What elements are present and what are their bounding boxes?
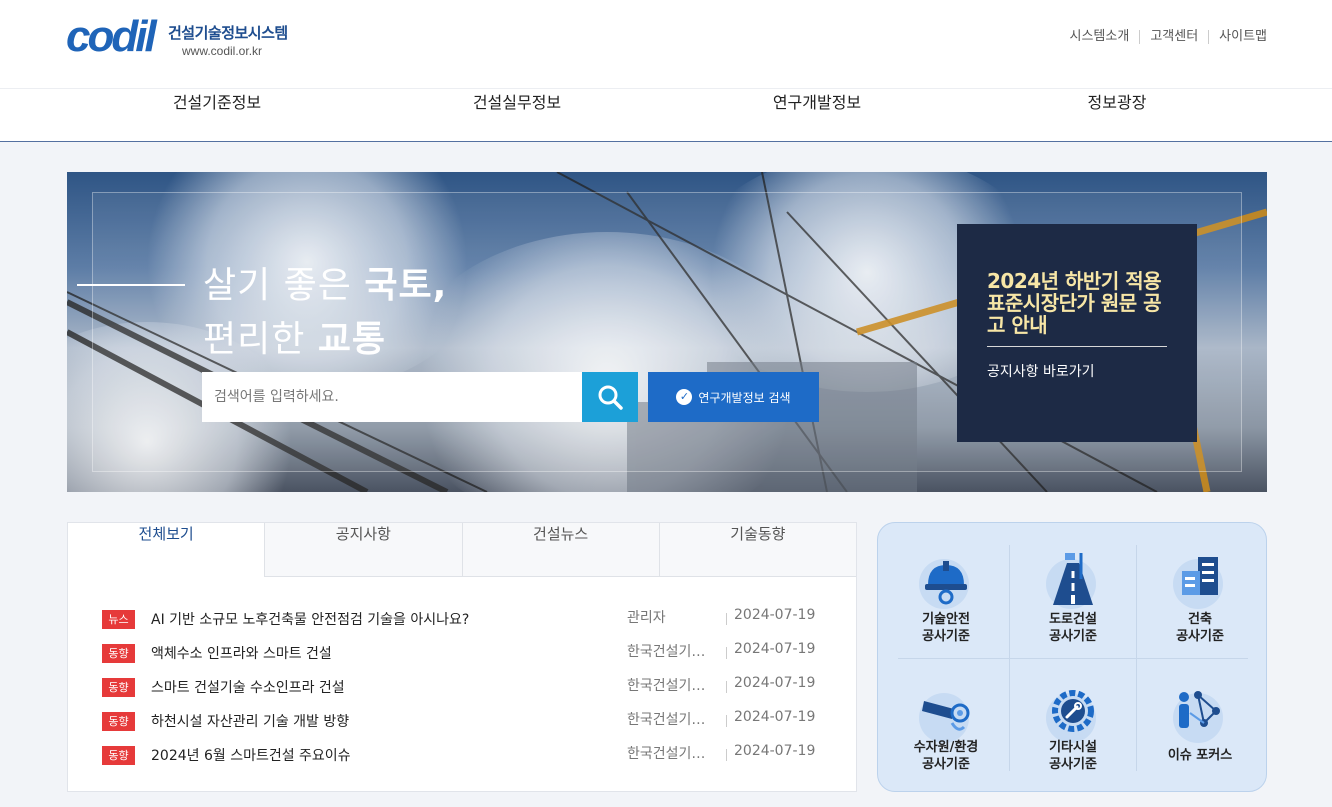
category-badge: 뉴스 xyxy=(102,610,135,629)
hero-banner: 살기 좋은 국토, 편리한 교통 ✓ 연구개발정보 검색 2024년 하반기 적… xyxy=(67,172,1267,492)
separator xyxy=(726,647,727,659)
util-link-sitemap[interactable]: 사이트맵 xyxy=(1208,30,1267,44)
list-item-author: 한국건설기… xyxy=(627,712,706,728)
separator xyxy=(726,749,727,761)
quick-item-label: 건축 공사기준 xyxy=(1176,612,1224,644)
header: codil 건설기술정보시스템 www.codil.or.kr 시스템소개 고객… xyxy=(0,0,1332,88)
list-item-date: 2024-07-19 xyxy=(734,743,816,759)
quick-item-issue-focus[interactable]: 이슈 포커스 xyxy=(1137,665,1263,795)
quick-item-label: 도로건설 공사기준 xyxy=(1049,612,1097,644)
tab-tech-trends[interactable]: 기술동향 xyxy=(658,523,856,577)
list-item-title[interactable]: 2024년 6월 스마트건설 주요이슈 xyxy=(151,745,351,765)
logo-mark: codil xyxy=(66,12,157,61)
list-item-title[interactable]: 스마트 건설기술 수소인프라 건설 xyxy=(151,677,345,697)
safety-helmet-icon xyxy=(916,549,976,609)
rnd-search-label: 연구개발정보 검색 xyxy=(698,390,791,405)
category-badge: 동향 xyxy=(102,746,135,765)
news-board: 전체보기 공지사항 건설뉴스 기술동향 뉴스 AI 기반 소규모 노후건축물 안… xyxy=(67,522,857,792)
list-item-date: 2024-07-19 xyxy=(734,607,816,623)
separator xyxy=(726,681,727,693)
category-badge: 동향 xyxy=(102,678,135,697)
slogan-line-1: 살기 좋은 국토, xyxy=(203,265,448,306)
rnd-search-button[interactable]: ✓ 연구개발정보 검색 xyxy=(648,372,819,422)
utility-links: 시스템소개 고객센터 사이트맵 xyxy=(1060,30,1267,44)
notice-divider xyxy=(987,346,1167,347)
slogan-line-2: 편리한 교통 xyxy=(203,319,387,360)
list-item-author: 한국건설기… xyxy=(627,644,706,660)
building-icon xyxy=(1170,549,1230,609)
quick-item-tech-safety[interactable]: 기술안전 공사기준 xyxy=(883,531,1009,661)
tab-all[interactable]: 전체보기 xyxy=(68,523,265,577)
list-item[interactable]: 동향 하천시설 자산관리 기술 개발 방향 한국건설기… 2024-07-19 xyxy=(102,709,832,743)
quick-item-road[interactable]: 도로건설 공사기준 xyxy=(1010,531,1136,661)
board-tabs: 전체보기 공지사항 건설뉴스 기술동향 xyxy=(68,523,856,577)
quick-item-label: 이슈 포커스 xyxy=(1167,748,1233,763)
list-item-title[interactable]: 하천시설 자산관리 기술 개발 방향 xyxy=(151,711,349,731)
quick-item-other-facilities[interactable]: 기타시설 공사기준 xyxy=(1010,665,1136,795)
nav-item-info-square[interactable]: 정보광장 xyxy=(967,89,1267,142)
search-input[interactable] xyxy=(202,372,582,422)
separator xyxy=(726,613,727,625)
tab-construction-news[interactable]: 건설뉴스 xyxy=(461,523,659,577)
logo-title: 건설기술정보시스템 xyxy=(168,24,288,42)
list-item-title[interactable]: 액체수소 인프라와 스마트 건설 xyxy=(151,643,332,663)
check-circle-icon: ✓ xyxy=(676,389,693,405)
search-button[interactable] xyxy=(582,372,638,422)
list-item-title[interactable]: AI 기반 소규모 노후건축물 안전점검 기술을 아시나요? xyxy=(151,609,469,629)
list-item-date: 2024-07-19 xyxy=(734,641,816,657)
nav-item-practice[interactable]: 건설실무정보 xyxy=(367,89,667,142)
nav-item-standards[interactable]: 건설기준정보 xyxy=(67,89,367,142)
main-nav: 건설기준정보 건설실무정보 연구개발정보 정보광장 xyxy=(0,88,1332,142)
network-person-icon xyxy=(1170,683,1230,743)
notice-link[interactable]: 공지사항 바로가기 xyxy=(987,361,1167,381)
board-list: 뉴스 AI 기반 소규모 노후건축물 안전점검 기술을 아시나요? 관리자 20… xyxy=(102,607,832,777)
road-icon xyxy=(1043,549,1103,609)
search-icon xyxy=(598,385,623,410)
quick-menu: 기술안전 공사기준 도로건설 공사기준 건축 공사기준 수자원/환경 공사기준 … xyxy=(877,522,1267,792)
list-item[interactable]: 뉴스 AI 기반 소규모 노후건축물 안전점검 기술을 아시나요? 관리자 20… xyxy=(102,607,832,641)
notice-title: 2024년 하반기 적용 표준시장단가 원문 공고 안내 xyxy=(987,269,1162,337)
slogan-line xyxy=(77,284,185,286)
gear-wrench-icon xyxy=(1043,683,1103,743)
tab-notice[interactable]: 공지사항 xyxy=(264,523,462,577)
list-item-author: 한국건설기… xyxy=(627,678,706,694)
quick-item-label: 기술안전 공사기준 xyxy=(922,612,970,644)
quick-item-label: 기타시설 공사기준 xyxy=(1049,740,1097,772)
quick-item-building[interactable]: 건축 공사기준 xyxy=(1137,531,1263,661)
list-item[interactable]: 동향 스마트 건설기술 수소인프라 건설 한국건설기… 2024-07-19 xyxy=(102,675,832,709)
quick-item-water-env[interactable]: 수자원/환경 공사기준 xyxy=(883,665,1009,795)
notice-card[interactable]: 2024년 하반기 적용 표준시장단가 원문 공고 안내 공지사항 바로가기 xyxy=(957,224,1197,442)
list-item[interactable]: 동향 2024년 6월 스마트건설 주요이슈 한국건설기… 2024-07-19 xyxy=(102,743,832,777)
list-item-author: 한국건설기… xyxy=(627,746,706,762)
list-item-date: 2024-07-19 xyxy=(734,675,816,691)
logo-url: www.codil.or.kr xyxy=(182,44,263,58)
util-link-system-intro[interactable]: 시스템소개 xyxy=(1060,30,1140,44)
separator xyxy=(726,715,727,727)
category-badge: 동향 xyxy=(102,712,135,731)
water-pipe-icon xyxy=(916,683,976,743)
list-item[interactable]: 동향 액체수소 인프라와 스마트 건설 한국건설기… 2024-07-19 xyxy=(102,641,832,675)
quick-item-label: 수자원/환경 공사기준 xyxy=(913,740,979,772)
util-link-customer-center[interactable]: 고객센터 xyxy=(1139,30,1208,44)
site-logo[interactable]: codil 건설기술정보시스템 www.codil.or.kr xyxy=(66,14,306,64)
list-item-date: 2024-07-19 xyxy=(734,709,816,725)
nav-item-research[interactable]: 연구개발정보 xyxy=(667,89,967,142)
category-badge: 동향 xyxy=(102,644,135,663)
list-item-author: 관리자 xyxy=(627,610,666,626)
